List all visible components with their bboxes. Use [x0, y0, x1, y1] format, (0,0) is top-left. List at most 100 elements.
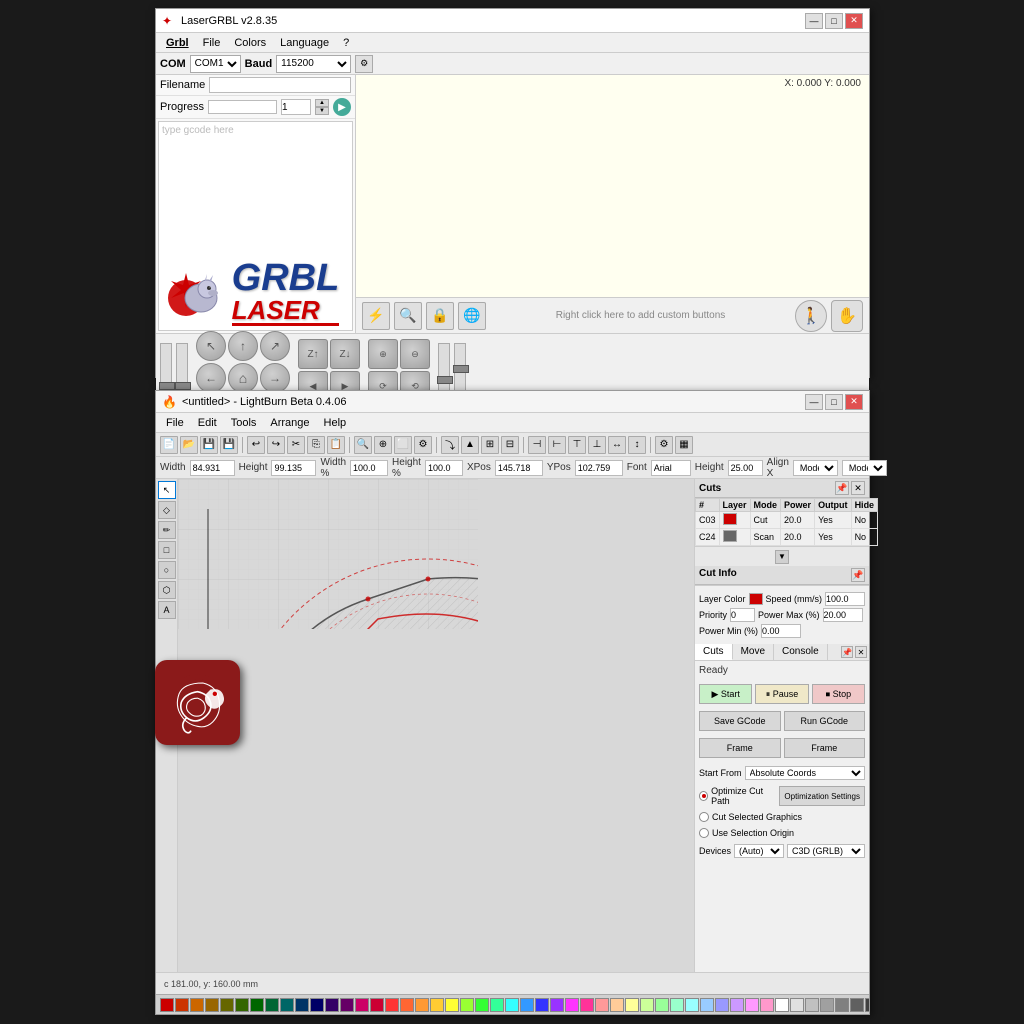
lb-tb-undo[interactable]: ↩	[247, 436, 265, 454]
com-select[interactable]: COM1	[190, 55, 241, 73]
palette-swatch[interactable]	[535, 998, 549, 1012]
lb-tool-text[interactable]: A	[158, 601, 176, 619]
pause-btn[interactable]: ⏸ Pause	[755, 684, 808, 704]
palette-swatch[interactable]	[160, 998, 174, 1012]
close-btn[interactable]: ✕	[845, 13, 863, 29]
lb-tb-import[interactable]: ⤵	[441, 436, 459, 454]
filename-input[interactable]	[209, 77, 351, 93]
layer-x[interactable]: ✕	[855, 646, 867, 658]
lb-tb-select[interactable]: ⬜	[394, 436, 412, 454]
walk-btn[interactable]: 🚶	[795, 300, 827, 332]
layer-color-swatch[interactable]	[749, 593, 763, 605]
palette-swatch[interactable]	[730, 998, 744, 1012]
frame2-btn[interactable]: Frame	[784, 738, 866, 758]
cut-selected-radio[interactable]	[699, 812, 709, 822]
palette-swatch[interactable]	[550, 998, 564, 1012]
nav-extra-6[interactable]: ⊖	[400, 339, 430, 369]
spin-up[interactable]: ▲	[315, 99, 329, 107]
lb-tb-settings[interactable]: ⚙	[655, 436, 673, 454]
palette-swatch[interactable]	[625, 998, 639, 1012]
lb-tb-align1[interactable]: ⊣	[528, 436, 546, 454]
lb-maximize-btn[interactable]: □	[825, 394, 843, 410]
lb-tb-save[interactable]: 💾	[200, 436, 218, 454]
lb-tb-new[interactable]: 📄	[160, 436, 178, 454]
grbl-canvas[interactable]: X: 0.000 Y: 0.000 ⚡ 🔍 🔒 🌐 Right click he…	[356, 75, 869, 333]
lb-height2-input[interactable]	[728, 460, 763, 476]
lb-tab-cuts[interactable]: Cuts	[695, 644, 733, 660]
start-from-select[interactable]: Absolute Coords	[745, 766, 865, 780]
palette-swatch[interactable]	[235, 998, 249, 1012]
lb-tool-circle[interactable]: ○	[158, 561, 176, 579]
menu-language[interactable]: Language	[274, 35, 335, 51]
cuts-row-2[interactable]: C24 Scan 20.0 Yes No	[696, 529, 878, 546]
palette-swatch[interactable]	[385, 998, 399, 1012]
palette-swatch[interactable]	[610, 998, 624, 1012]
palette-swatch[interactable]	[190, 998, 204, 1012]
power-min-input[interactable]	[761, 624, 801, 638]
lb-font-input[interactable]	[651, 460, 691, 476]
palette-swatch[interactable]	[520, 998, 534, 1012]
cuts-x[interactable]: ✕	[851, 481, 865, 495]
canvas-tool-3[interactable]: 🔒	[426, 302, 454, 330]
lb-menu-file[interactable]: File	[160, 415, 190, 431]
devices-select[interactable]: (Auto)	[734, 844, 784, 858]
lb-width-input[interactable]	[190, 460, 235, 476]
palette-swatch[interactable]	[685, 998, 699, 1012]
lb-tab-move[interactable]: Move	[733, 644, 774, 660]
menu-colors[interactable]: Colors	[228, 35, 272, 51]
lb-minimize-btn[interactable]: —	[805, 394, 823, 410]
lb-tb-grid[interactable]: ▦	[675, 436, 693, 454]
nav-upright[interactable]: ↗	[260, 331, 290, 361]
palette-swatch[interactable]	[640, 998, 654, 1012]
lb-tb-copy[interactable]: ⎘	[307, 436, 325, 454]
cuts-row-1[interactable]: C03 Cut 20.0 Yes No	[696, 512, 878, 529]
palette-swatch[interactable]	[475, 998, 489, 1012]
save-gcode-btn[interactable]: Save GCode	[699, 711, 781, 731]
palette-swatch[interactable]	[325, 998, 339, 1012]
lb-tb-save2[interactable]: 💾	[220, 436, 238, 454]
power-max-input[interactable]	[823, 608, 863, 622]
baud-select[interactable]: 115200	[276, 55, 351, 73]
lb-mode2-select[interactable]: Mode	[842, 460, 887, 476]
palette-swatch[interactable]	[745, 998, 759, 1012]
palette-swatch[interactable]	[505, 998, 519, 1012]
nav-upleft[interactable]: ↖	[196, 331, 226, 361]
lb-tb-open[interactable]: 📂	[180, 436, 198, 454]
lb-tool-select[interactable]: ↖	[158, 481, 176, 499]
lb-tb-align2[interactable]: ⊢	[548, 436, 566, 454]
menu-help[interactable]: ?	[337, 35, 355, 51]
maximize-btn[interactable]: □	[825, 13, 843, 29]
lb-mode1-select[interactable]: Mode	[793, 460, 838, 476]
nav-right[interactable]: →	[260, 363, 290, 393]
palette-swatch[interactable]	[790, 998, 804, 1012]
nav-extra-5[interactable]: ⊕	[368, 339, 398, 369]
lb-tb-paste[interactable]: 📋	[327, 436, 345, 454]
palette-swatch[interactable]	[850, 998, 864, 1012]
lb-canvas[interactable]	[178, 479, 694, 972]
lb-tab-console[interactable]: Console	[774, 644, 828, 660]
lb-tb-zoom[interactable]: ⊕	[374, 436, 392, 454]
palette-swatch[interactable]	[415, 998, 429, 1012]
minimize-btn[interactable]: —	[805, 13, 823, 29]
profile-select[interactable]: C3D (GRLB)	[787, 844, 865, 858]
palette-swatch[interactable]	[700, 998, 714, 1012]
palette-swatch[interactable]	[220, 998, 234, 1012]
palette-swatch[interactable]	[580, 998, 594, 1012]
lb-tb-group[interactable]: ⊞	[481, 436, 499, 454]
palette-swatch[interactable]	[400, 998, 414, 1012]
lb-tb-align4[interactable]: ⊥	[588, 436, 606, 454]
use-selection-radio[interactable]	[699, 828, 709, 838]
palette-swatch[interactable]	[310, 998, 324, 1012]
nav-extra-2[interactable]: Z↓	[330, 339, 360, 369]
cut-info-pin[interactable]: 📌	[851, 568, 865, 582]
nav-extra-1[interactable]: Z↑	[298, 339, 328, 369]
lb-tb-align5[interactable]: ↔	[608, 436, 626, 454]
canvas-tool-2[interactable]: 🔍	[394, 302, 422, 330]
nav-home[interactable]: ⌂	[228, 363, 258, 393]
nav-left[interactable]: ←	[196, 363, 226, 393]
lb-tb-align6[interactable]: ↕	[628, 436, 646, 454]
lb-tb-align3[interactable]: ⊤	[568, 436, 586, 454]
frame-btn[interactable]: Frame	[699, 738, 781, 758]
lb-heightpct-input[interactable]	[425, 460, 463, 476]
nav-up[interactable]: ↑	[228, 331, 258, 361]
